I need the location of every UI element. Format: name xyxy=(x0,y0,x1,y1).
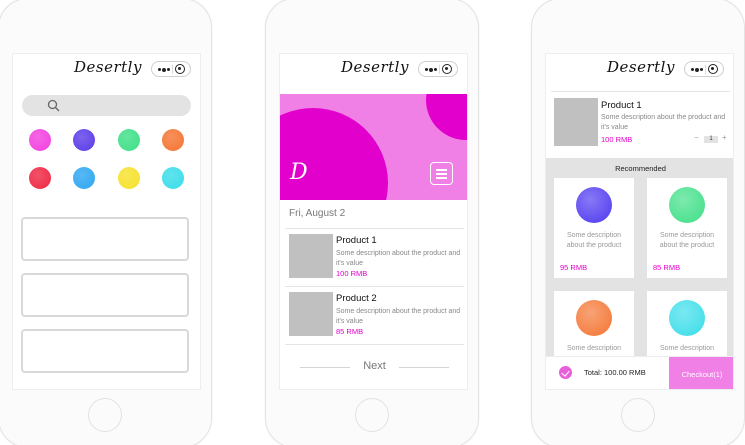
color-swatch[interactable] xyxy=(118,129,140,151)
product-description: Some description about the product and i… xyxy=(336,250,461,267)
next-button[interactable]: Next xyxy=(280,360,467,374)
color-swatch[interactable] xyxy=(29,129,51,151)
card-description: Some description about the product xyxy=(659,232,715,249)
hero-circle-large xyxy=(280,108,388,200)
product-color-ball xyxy=(669,187,705,223)
product-description: Some description about the product and i… xyxy=(601,114,726,131)
product-price: 100 RMB xyxy=(601,135,633,144)
close-target-icon[interactable] xyxy=(708,64,718,74)
home-button[interactable] xyxy=(355,398,389,432)
screen-cart: Desertly Product 1 Some description abou… xyxy=(545,53,734,390)
product-name: Product 1 xyxy=(601,100,642,111)
content-box-1[interactable] xyxy=(21,217,189,261)
quantity-stepper[interactable]: − 1 + xyxy=(692,133,732,144)
logo: Desertly xyxy=(607,58,675,76)
color-swatch[interactable] xyxy=(29,167,51,189)
mini-program-capsule[interactable] xyxy=(684,61,724,77)
hamburger-menu-icon[interactable] xyxy=(430,162,453,185)
color-swatch[interactable] xyxy=(73,129,95,151)
list-item[interactable]: Product 1 Some description about the pro… xyxy=(289,234,464,280)
recommended-title: Recommended xyxy=(615,164,666,173)
phone-frame-2: Desertly D Fri, August 2 Product 1 Some … xyxy=(265,0,479,445)
home-button[interactable] xyxy=(88,398,122,432)
product-price: 85 RMB xyxy=(336,327,364,336)
color-swatch[interactable] xyxy=(162,129,184,151)
top-bar: Desertly xyxy=(280,54,467,84)
total-label: Total: 100.00 RMB xyxy=(584,368,646,377)
product-price: 100 RMB xyxy=(336,269,368,278)
hero-banner: D xyxy=(280,94,467,200)
close-target-icon[interactable] xyxy=(442,64,452,74)
divider xyxy=(551,91,730,92)
screen-color-picker: Desertly xyxy=(12,53,201,390)
quantity-value[interactable]: 1 xyxy=(704,136,718,143)
more-icon[interactable] xyxy=(691,67,703,72)
product-color-ball xyxy=(669,300,705,336)
product-name: Product 1 xyxy=(336,235,377,246)
product-thumbnail xyxy=(554,98,598,146)
product-thumbnail xyxy=(289,234,333,278)
date-label: Fri, August 2 xyxy=(289,208,346,219)
card-description: Some description about the product xyxy=(566,232,622,249)
list-item[interactable]: Product 2 Some description about the pro… xyxy=(289,292,464,338)
next-line-right xyxy=(399,367,449,368)
minus-icon[interactable]: − xyxy=(694,133,699,142)
product-description: Some description about the product and i… xyxy=(336,308,461,325)
select-all-checkbox[interactable] xyxy=(559,366,572,379)
content-box-3[interactable] xyxy=(21,329,189,373)
capsule-divider xyxy=(705,65,706,74)
capsule-divider xyxy=(439,65,440,74)
divider xyxy=(285,344,464,345)
phone-frame-1: Desertly xyxy=(0,0,212,445)
divider xyxy=(285,286,464,287)
product-card[interactable]: Some description about the product 95 RM… xyxy=(554,178,634,278)
more-icon[interactable] xyxy=(425,67,437,72)
phone-frame-3: Desertly Product 1 Some description abou… xyxy=(531,0,745,445)
product-thumbnail xyxy=(289,292,333,336)
logo: Desertly xyxy=(341,58,409,76)
card-description: Some description xyxy=(566,345,622,352)
checkout-button[interactable]: Checkout(1) xyxy=(669,357,733,389)
home-button[interactable] xyxy=(621,398,655,432)
card-description: Some description xyxy=(659,345,715,352)
logo-mark: D xyxy=(290,160,308,185)
plus-icon[interactable]: + xyxy=(722,133,727,142)
product-color-ball xyxy=(576,187,612,223)
product-card[interactable]: Some description about the product 85 RM… xyxy=(647,178,727,278)
mini-program-capsule[interactable] xyxy=(418,61,458,77)
divider xyxy=(285,228,464,229)
hero-circle-small xyxy=(426,94,467,140)
next-label[interactable]: Next xyxy=(280,360,467,372)
color-swatch[interactable] xyxy=(73,167,95,189)
screen-product-list: Desertly D Fri, August 2 Product 1 Some … xyxy=(279,53,468,390)
card-price: 95 RMB xyxy=(560,263,588,272)
card-price: 85 RMB xyxy=(653,263,681,272)
product-color-ball xyxy=(576,300,612,336)
checkout-bar: Total: 100.00 RMB Checkout(1) xyxy=(546,356,733,389)
recommended-section: Recommended Some description about the p… xyxy=(546,158,733,389)
content-box-2[interactable] xyxy=(21,273,189,317)
product-name: Product 2 xyxy=(336,293,377,304)
cart-item[interactable]: Product 1 Some description about the pro… xyxy=(554,98,729,148)
color-swatch[interactable] xyxy=(162,167,184,189)
color-swatch[interactable] xyxy=(118,167,140,189)
color-swatches xyxy=(13,54,200,194)
top-bar: Desertly xyxy=(546,54,733,84)
